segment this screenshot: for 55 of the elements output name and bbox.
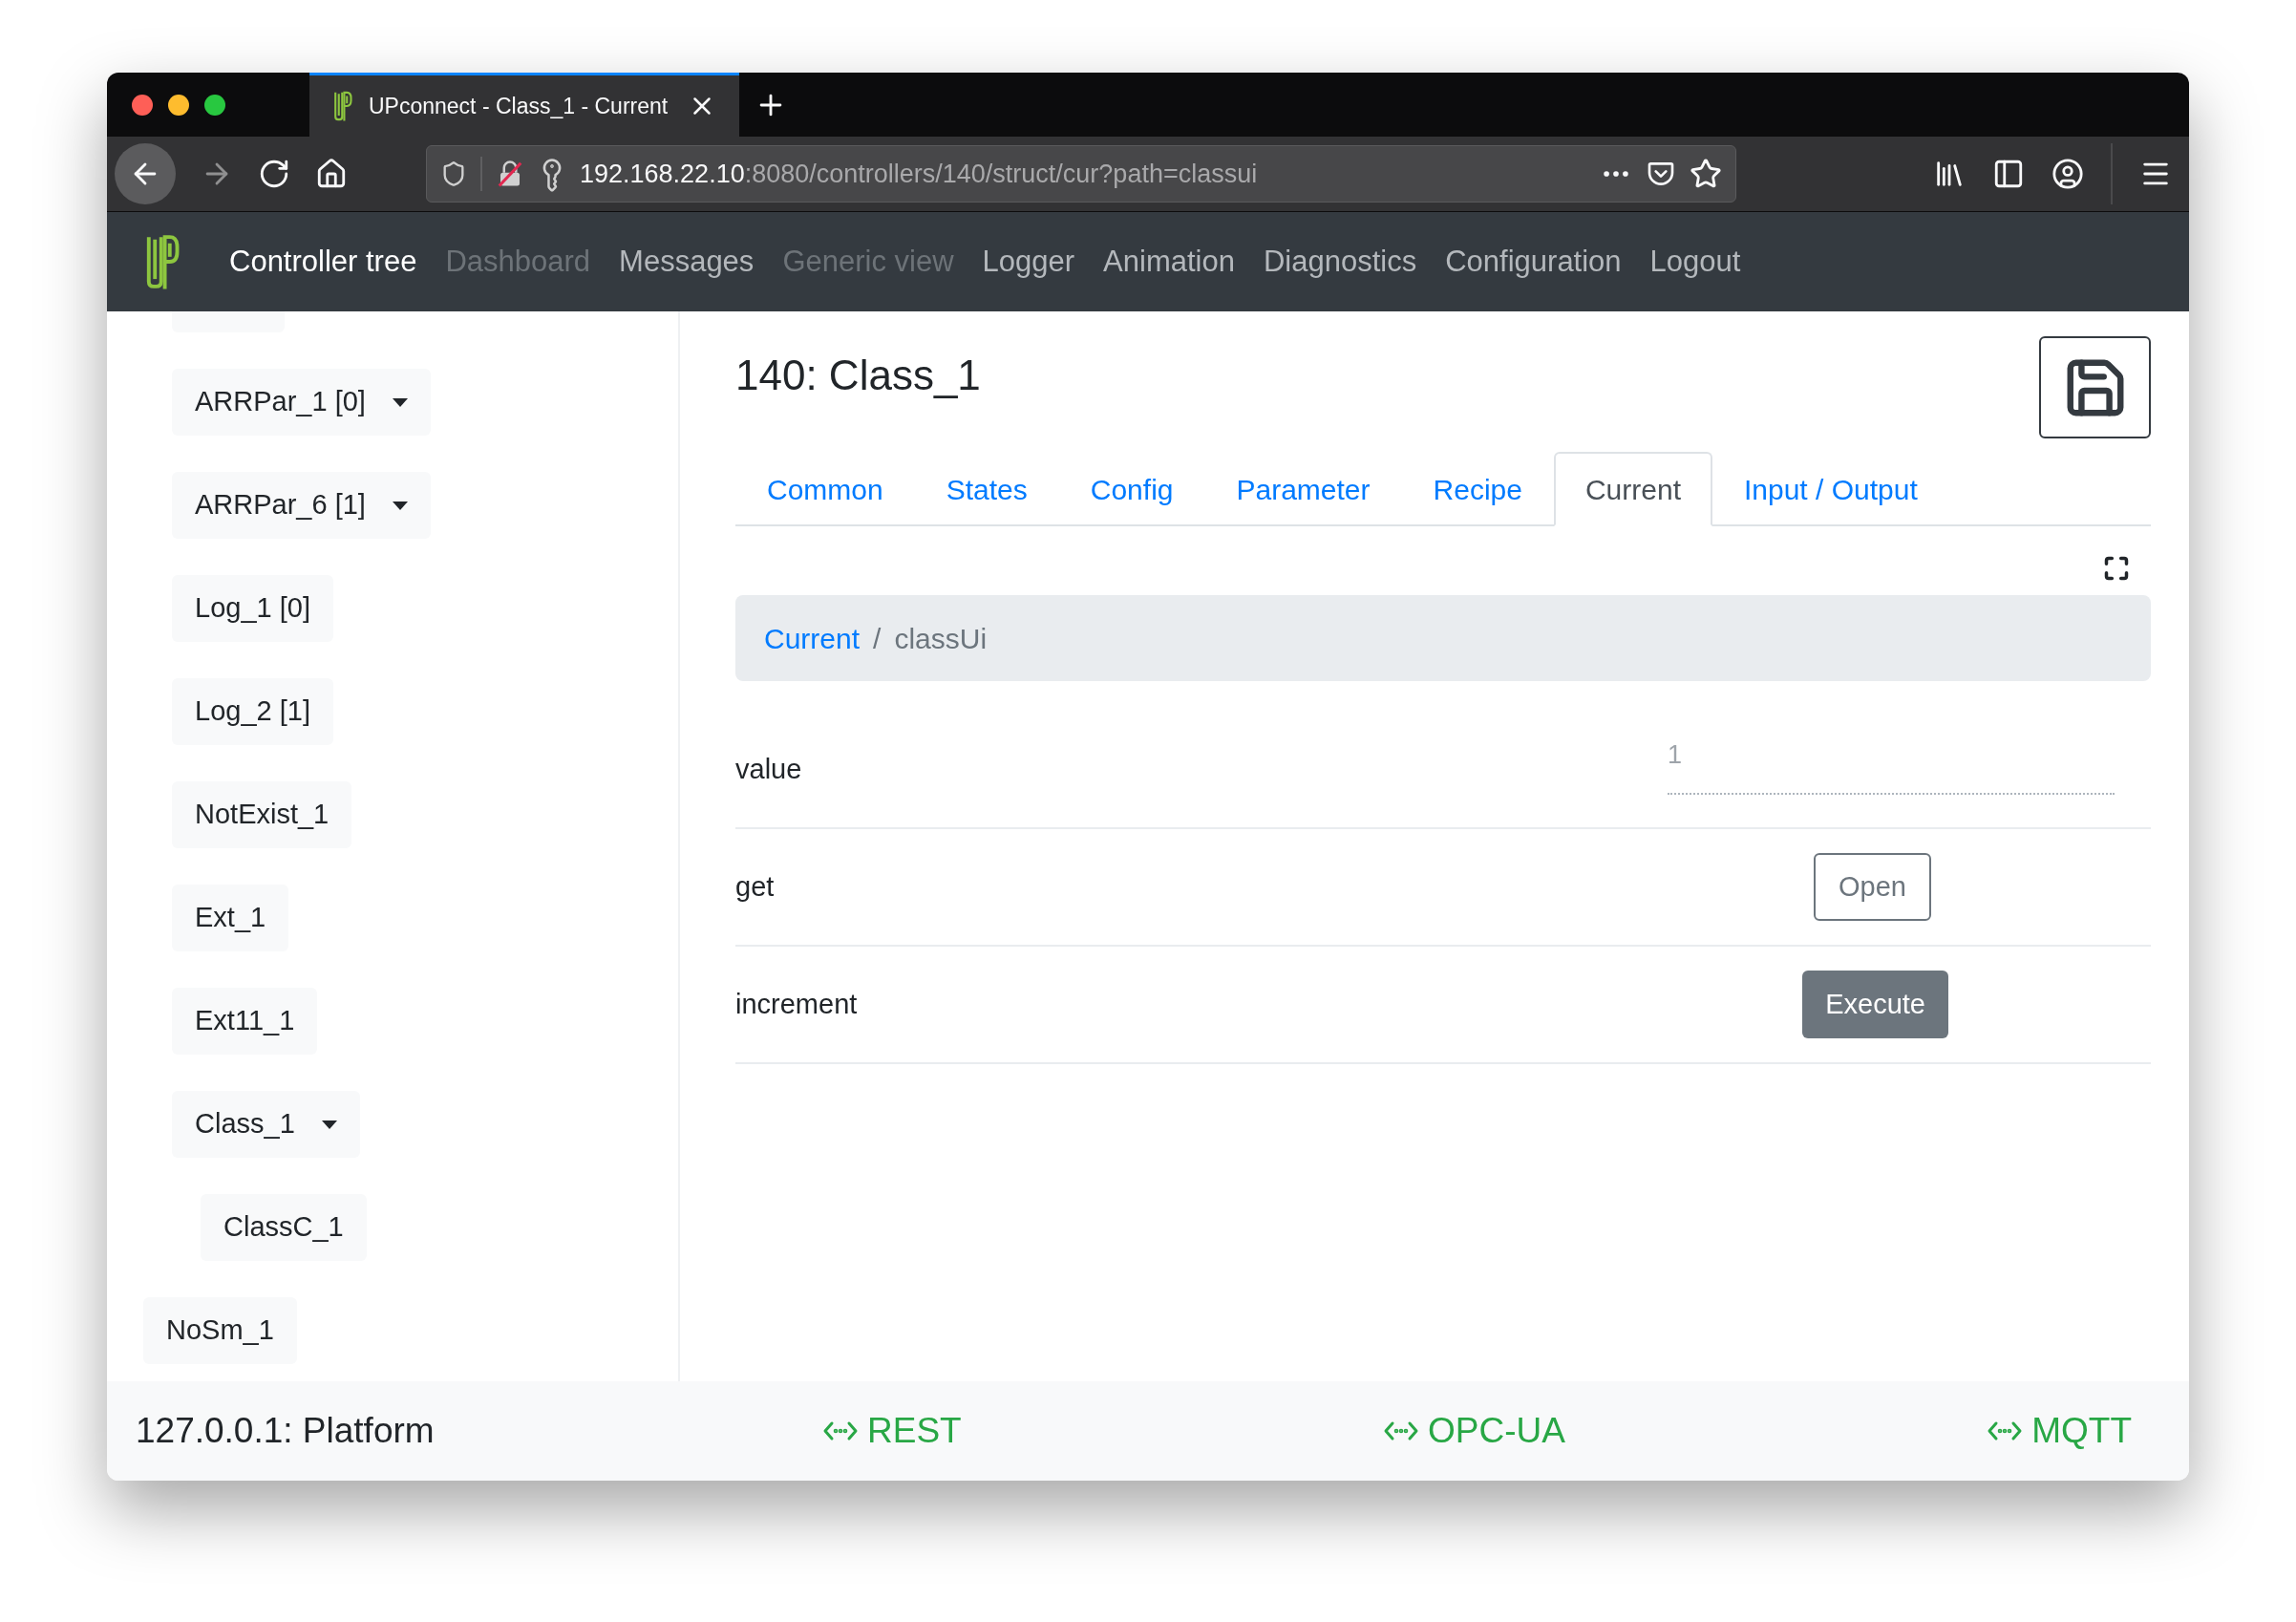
- bookmark-star-icon[interactable]: [1690, 158, 1722, 190]
- minimize-window-icon[interactable]: [168, 94, 189, 116]
- maximize-window-icon[interactable]: [204, 94, 225, 116]
- tree-node[interactable]: Class_1: [172, 1091, 360, 1158]
- caret-icon: [392, 397, 408, 407]
- account-icon[interactable]: [2052, 158, 2084, 190]
- save-button[interactable]: [2039, 336, 2151, 438]
- tree-node[interactable]: NoSm_1: [143, 1297, 297, 1364]
- row-label: value: [735, 752, 802, 786]
- close-window-icon[interactable]: [132, 94, 153, 116]
- tab[interactable]: Current: [1553, 452, 1712, 526]
- sidebar-icon[interactable]: [1992, 158, 2025, 190]
- browser-tab[interactable]: UPconnect - Class_1 - Current: [309, 73, 739, 137]
- tab[interactable]: Recipe: [1401, 452, 1554, 526]
- nav-link[interactable]: Diagnostics: [1263, 239, 1417, 285]
- home-icon[interactable]: [315, 158, 348, 190]
- caret-icon: [321, 1120, 337, 1129]
- url-text[interactable]: 192.168.22.10:8080/controllers/140/struct/cur?path=classui: [580, 154, 1586, 194]
- insecure-lock-icon: [496, 160, 524, 188]
- fullscreen-icon[interactable]: [2103, 555, 2130, 582]
- protocol-link[interactable]: OPC-UA: [1384, 1404, 1565, 1458]
- breadcrumb-link[interactable]: Current: [764, 616, 861, 660]
- protocol-link[interactable]: REST: [823, 1404, 962, 1458]
- row-label: increment: [735, 987, 858, 1021]
- nav-link[interactable]: Animation: [1103, 239, 1235, 285]
- tab[interactable]: Input / Output: [1712, 452, 1949, 526]
- up-logo-icon: [332, 90, 353, 122]
- tab[interactable]: States: [914, 452, 1059, 526]
- open-button[interactable]: Open: [1814, 853, 1931, 921]
- tree-node[interactable]: NotExist_1: [172, 781, 352, 848]
- tab[interactable]: Parameter: [1204, 452, 1402, 526]
- execute-button[interactable]: Execute: [1802, 971, 1948, 1038]
- platform-label: 127.0.0.1: Platform: [136, 1410, 436, 1453]
- breadcrumb-current: classUi: [894, 621, 988, 656]
- tab[interactable]: Common: [735, 452, 915, 526]
- tree-node[interactable]: Ext_1: [172, 885, 289, 951]
- tree-node[interactable]: Log_1 [0]: [172, 575, 333, 642]
- nav-link[interactable]: Controller tree: [229, 239, 417, 285]
- row-label: get: [735, 869, 775, 904]
- nav-link[interactable]: Messages: [619, 239, 755, 285]
- tree-node[interactable]: Ext11_1: [172, 988, 318, 1055]
- nav-link[interactable]: Configuration: [1445, 239, 1622, 285]
- address-bar[interactable]: 192.168.22.10:8080/controllers/140/struct/cur?path=classui: [426, 145, 1736, 203]
- nav-link[interactable]: Logger: [982, 239, 1075, 285]
- tab[interactable]: Config: [1058, 452, 1205, 526]
- tree-node[interactable]: Log_2 [1]: [172, 678, 333, 745]
- tree-node[interactable]: ClassC_1: [201, 1194, 367, 1261]
- page-title: 140: Class_1: [735, 351, 981, 400]
- tree-node[interactable]: ARRPar_1 [0]: [172, 369, 431, 436]
- reload-icon[interactable]: [258, 158, 290, 190]
- breadcrumb-separator: /: [872, 621, 882, 656]
- nav-link[interactable]: Logout: [1649, 239, 1741, 285]
- caret-icon: [392, 501, 408, 510]
- protocol-link[interactable]: MQTT: [1988, 1404, 2132, 1458]
- tree-node[interactable]: ARRPar_6 [1]: [172, 472, 431, 539]
